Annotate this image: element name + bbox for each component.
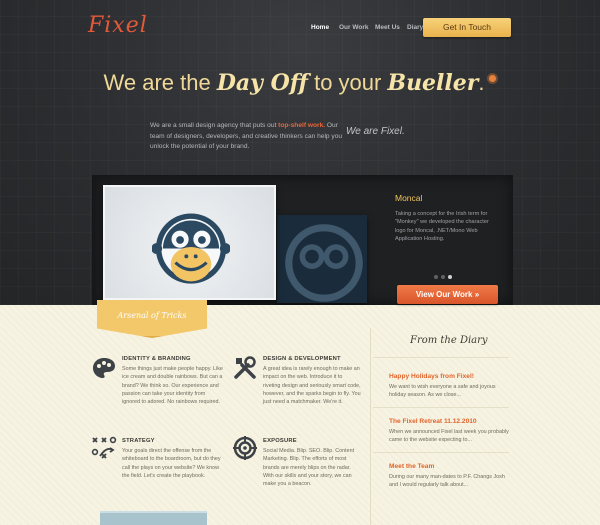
view-our-work-button[interactable]: View Our Work »: [397, 285, 498, 304]
diary-divider: [373, 357, 509, 358]
monkey-logo-icon: [152, 213, 230, 284]
headline-text-pre: We are the: [103, 70, 217, 95]
content-section: [0, 305, 600, 525]
headline-text-end: .: [478, 70, 485, 95]
get-in-touch-button[interactable]: Get In Touch: [423, 18, 511, 37]
feature-text-design: A great idea is rarely enough to make an…: [263, 366, 361, 406]
tools-icon: [234, 356, 256, 379]
headline-text-mid: to your: [307, 70, 388, 95]
showcase-description: Taking a concept for the Irish term for …: [395, 211, 489, 242]
diary-divider: [373, 452, 509, 453]
post-excerpt-retreat: When we announced Fixel last week you pr…: [389, 429, 509, 444]
sun-icon: [489, 75, 497, 82]
slider-dot-2[interactable]: [441, 275, 445, 279]
nav-home[interactable]: Home: [311, 24, 329, 31]
post-title-meet-team[interactable]: Meet the Team: [389, 463, 434, 470]
post-title-holidays[interactable]: Happy Holidays from Fixel!: [389, 373, 474, 380]
diary-divider: [373, 407, 509, 408]
intro-highlight: top-shelf work.: [278, 122, 326, 129]
nav-our-work[interactable]: Our Work: [339, 24, 369, 31]
column-divider: [370, 328, 371, 525]
site-logo[interactable]: Fixel: [88, 13, 148, 38]
post-excerpt-holidays: We want to wish everyone a safe and joyo…: [389, 384, 496, 399]
bottom-tab: [100, 511, 207, 525]
strategy-icon: [91, 436, 117, 459]
nav-meet-us[interactable]: Meet Us: [375, 24, 400, 31]
nav-diary[interactable]: Diary: [407, 24, 423, 31]
monkey-logo-faded-icon: [285, 224, 363, 302]
feature-title-identity: IDENTITY & BRANDING: [122, 356, 191, 362]
feature-text-identity: Some things just make people happy. Like…: [122, 366, 223, 406]
slider-dot-1[interactable]: [434, 275, 438, 279]
arsenal-heading: Arsenal of Tricks: [117, 311, 187, 320]
hero-tagline: We are Fixel.: [346, 126, 405, 137]
feature-text-exposure: Social Media. Blip. SEO. Blip. Content M…: [263, 448, 355, 488]
post-excerpt-meet-team: During our many man-dates to P.F. Changs…: [389, 474, 505, 489]
slider-dot-3[interactable]: [448, 275, 452, 279]
slider-dots: [434, 266, 455, 284]
slide-thumbnail-next[interactable]: [277, 215, 367, 303]
feature-title-strategy: STRATEGY: [122, 438, 155, 444]
hero-intro: We are a small design agency that puts o…: [150, 121, 345, 153]
feature-text-strategy: Your goals direct the offense from the w…: [122, 448, 221, 479]
hero-headline: We are the Day Off to your Bueller.: [0, 70, 600, 96]
intro-text-pre: We are a small design agency that puts o…: [150, 122, 279, 129]
diary-heading: From the Diary: [410, 335, 488, 346]
showcase-title: Moncal: [395, 193, 423, 203]
headline-script-bueller: Bueller: [387, 70, 479, 96]
palette-icon: [93, 358, 115, 378]
feature-title-design: DESIGN & DEVELOPMENT: [263, 356, 341, 362]
headline-script-day-off: Day Off: [216, 70, 308, 96]
target-icon: [233, 436, 257, 460]
post-title-retreat[interactable]: The Fixel Retreat 11.12.2010: [389, 418, 477, 425]
feature-title-exposure: EXPOSURE: [263, 438, 297, 444]
